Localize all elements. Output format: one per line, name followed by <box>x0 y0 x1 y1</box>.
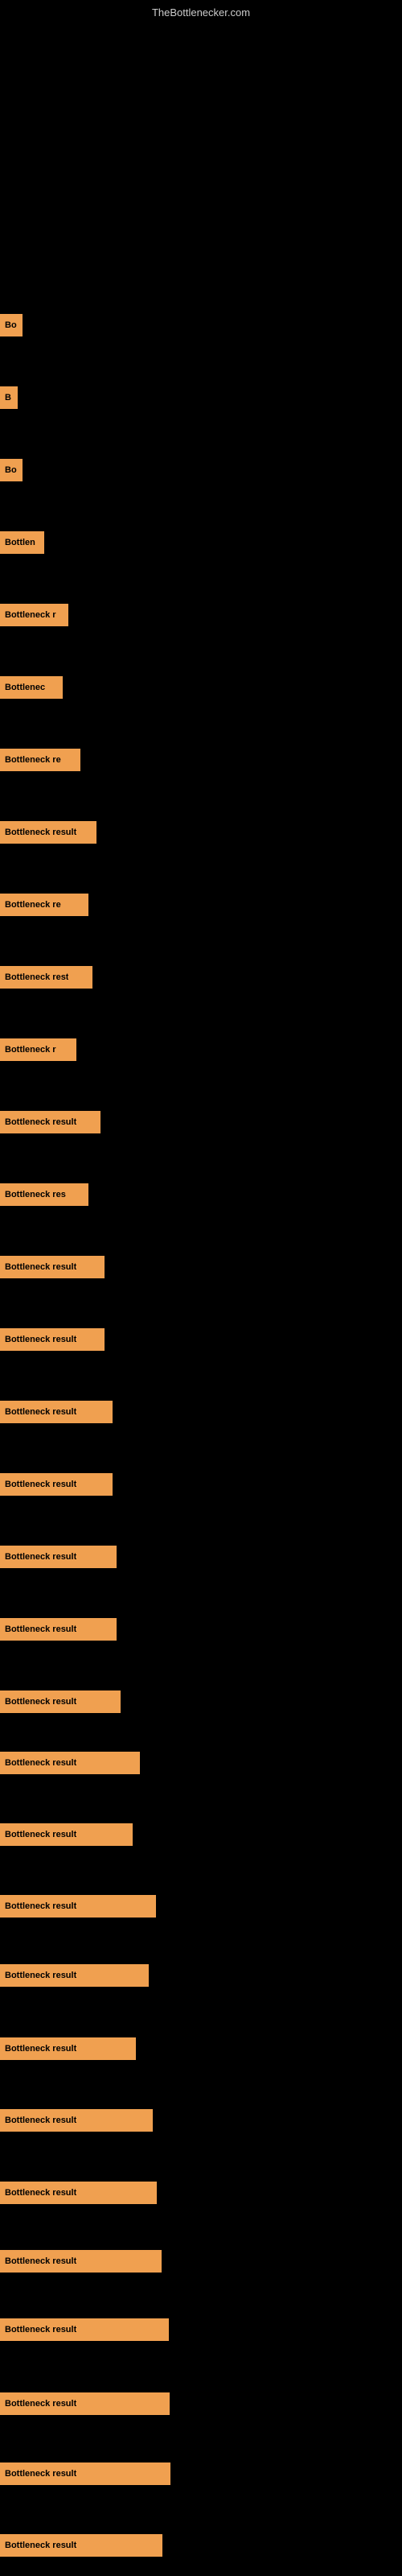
bar-item-30: Bottleneck result <box>0 2462 170 2485</box>
bar-item-10: Bottleneck r <box>0 1038 76 1061</box>
bar-label-17: Bottleneck result <box>5 1552 76 1562</box>
bar-item-24: Bottleneck result <box>0 2037 136 2060</box>
bar-label-31: Bottleneck result <box>5 2541 76 2550</box>
bar-label-22: Bottleneck result <box>5 1901 76 1911</box>
bar-item-4: Bottleneck r <box>0 604 68 626</box>
bar-item-5: Bottlenec <box>0 676 63 699</box>
bar-item-1: B <box>0 386 18 409</box>
bar-label-21: Bottleneck result <box>5 1830 76 1839</box>
bar-label-6: Bottleneck re <box>5 755 61 765</box>
bar-label-12: Bottleneck res <box>5 1190 66 1199</box>
bar-item-2: Bo <box>0 459 23 481</box>
bar-label-19: Bottleneck result <box>5 1697 76 1707</box>
bar-label-24: Bottleneck result <box>5 2044 76 2054</box>
bar-item-3: Bottlen <box>0 531 44 554</box>
bar-item-11: Bottleneck result <box>0 1111 100 1133</box>
bar-label-3: Bottlen <box>5 538 35 547</box>
bar-item-23: Bottleneck result <box>0 1964 149 1987</box>
bar-item-17: Bottleneck result <box>0 1546 117 1568</box>
site-title: TheBottlenecker.com <box>152 6 250 19</box>
bar-label-29: Bottleneck result <box>5 2399 76 2409</box>
bar-label-8: Bottleneck re <box>5 900 61 910</box>
bar-label-30: Bottleneck result <box>5 2469 76 2479</box>
bar-item-0: Bo <box>0 314 23 336</box>
bar-item-20: Bottleneck result <box>0 1752 140 1774</box>
bar-label-9: Bottleneck rest <box>5 972 68 982</box>
bar-item-31: Bottleneck result <box>0 2534 162 2557</box>
bar-label-11: Bottleneck result <box>5 1117 76 1127</box>
bar-label-7: Bottleneck result <box>5 828 76 837</box>
bar-item-26: Bottleneck result <box>0 2182 157 2204</box>
bar-label-16: Bottleneck result <box>5 1480 76 1489</box>
bar-item-6: Bottleneck re <box>0 749 80 771</box>
bar-item-13: Bottleneck result <box>0 1256 105 1278</box>
bar-item-15: Bottleneck result <box>0 1401 113 1423</box>
bar-item-28: Bottleneck result <box>0 2318 169 2341</box>
bar-label-20: Bottleneck result <box>5 1758 76 1768</box>
bar-label-23: Bottleneck result <box>5 1971 76 1980</box>
bar-label-0: Bo <box>5 320 17 330</box>
bar-label-28: Bottleneck result <box>5 2325 76 2334</box>
bar-label-1: B <box>5 393 11 402</box>
bar-label-10: Bottleneck r <box>5 1045 56 1055</box>
bar-label-14: Bottleneck result <box>5 1335 76 1344</box>
bar-item-12: Bottleneck res <box>0 1183 88 1206</box>
bar-item-21: Bottleneck result <box>0 1823 133 1846</box>
bar-item-16: Bottleneck result <box>0 1473 113 1496</box>
bar-item-25: Bottleneck result <box>0 2109 153 2132</box>
bar-item-18: Bottleneck result <box>0 1618 117 1641</box>
bar-label-13: Bottleneck result <box>5 1262 76 1272</box>
bar-label-4: Bottleneck r <box>5 610 56 620</box>
bar-item-7: Bottleneck result <box>0 821 96 844</box>
bar-label-27: Bottleneck result <box>5 2256 76 2266</box>
bar-label-15: Bottleneck result <box>5 1407 76 1417</box>
bar-item-8: Bottleneck re <box>0 894 88 916</box>
bar-label-18: Bottleneck result <box>5 1624 76 1634</box>
bar-item-9: Bottleneck rest <box>0 966 92 989</box>
bar-label-25: Bottleneck result <box>5 2116 76 2125</box>
bar-label-26: Bottleneck result <box>5 2188 76 2198</box>
bar-item-14: Bottleneck result <box>0 1328 105 1351</box>
bar-label-2: Bo <box>5 465 17 475</box>
bar-item-22: Bottleneck result <box>0 1895 156 1918</box>
bar-item-19: Bottleneck result <box>0 1690 121 1713</box>
bar-item-29: Bottleneck result <box>0 2392 170 2415</box>
bar-label-5: Bottlenec <box>5 683 45 692</box>
bar-item-27: Bottleneck result <box>0 2250 162 2273</box>
